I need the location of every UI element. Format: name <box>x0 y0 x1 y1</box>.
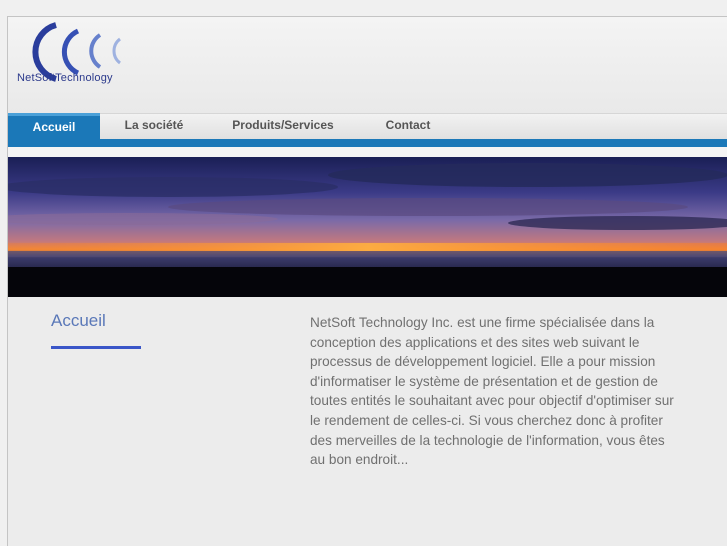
nav-item-produits-services[interactable]: Produits/Services <box>218 113 348 139</box>
page-frame: NetSoftTechnology Accueil La société Pro… <box>7 16 727 546</box>
title-underline <box>51 346 141 349</box>
sunset-banner-image <box>8 157 727 297</box>
banner-top-band <box>8 147 727 157</box>
nav-item-contact[interactable]: Contact <box>368 113 448 139</box>
nav-accent-line <box>8 139 727 147</box>
brand-name: NetSoftTechnology <box>17 72 113 84</box>
nav-item-accueil[interactable]: Accueil <box>8 113 100 139</box>
header: NetSoftTechnology <box>8 17 727 113</box>
intro-paragraph: NetSoft Technology Inc. est une firme sp… <box>310 315 674 468</box>
nav-item-la-societe[interactable]: La société <box>108 113 200 139</box>
page-title: Accueil <box>51 311 106 330</box>
